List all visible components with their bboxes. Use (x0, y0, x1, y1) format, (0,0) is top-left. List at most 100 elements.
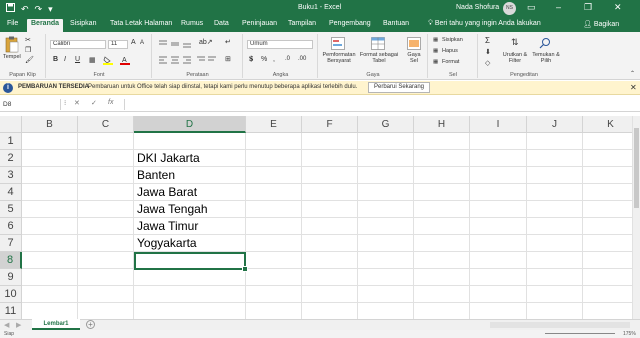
row-header-2[interactable]: 2 (0, 150, 22, 167)
row-header-11[interactable]: 11 (0, 303, 22, 319)
column-header-e[interactable]: E (246, 116, 302, 133)
add-sheet-button[interactable]: + (86, 320, 95, 329)
bold-button[interactable]: B (53, 56, 58, 63)
format-as-table-icon[interactable] (371, 37, 385, 50)
cut-icon[interactable]: ✂ (25, 36, 31, 44)
orientation-icon[interactable]: ab↗ (199, 38, 213, 46)
row-header-6[interactable]: 6 (0, 218, 22, 235)
avatar[interactable]: NS (503, 2, 516, 15)
insert-function-icon[interactable]: fx (108, 99, 113, 106)
insert-cells-button[interactable]: Sisipkan (442, 37, 463, 43)
ribbon-display-icon[interactable]: ▭ (527, 2, 536, 13)
paste-icon[interactable] (5, 36, 19, 53)
italic-button[interactable]: I (64, 56, 66, 63)
row-header-4[interactable]: 4 (0, 184, 22, 201)
tab-tampilan[interactable]: Tampilan (288, 20, 316, 27)
format-cells-icon[interactable]: ▦ (433, 59, 438, 65)
format-painter-icon[interactable]: 🖌︎ (25, 56, 34, 64)
cell-styles-icon[interactable] (407, 37, 421, 50)
row-header-9[interactable]: 9 (0, 269, 22, 286)
column-header-f[interactable]: F (302, 116, 358, 133)
tab-rumus[interactable]: Rumus (181, 20, 203, 27)
format-cells-button[interactable]: Format (442, 59, 459, 65)
redo-icon[interactable]: ↷ (35, 4, 43, 14)
formula-input[interactable] (124, 99, 630, 110)
column-header-b[interactable]: B (22, 116, 78, 133)
row-header-5[interactable]: 5 (0, 201, 22, 218)
next-sheet-icon[interactable]: ▶ (16, 321, 21, 329)
customize-qat-icon[interactable]: ▾ (48, 4, 53, 14)
zoom-level[interactable]: 175% (623, 331, 636, 337)
cancel-icon[interactable]: ✕ (74, 99, 80, 107)
borders-icon[interactable]: ▦ (89, 56, 96, 64)
row-header-3[interactable]: 3 (0, 167, 22, 184)
undo-icon[interactable]: ↶ (21, 4, 29, 14)
conditional-formatting-button[interactable]: Pemformatan Bersyarat (321, 52, 357, 64)
percent-icon[interactable]: % (261, 56, 267, 63)
autosum-icon[interactable]: Σ (485, 36, 490, 45)
horizontal-scrollbar[interactable] (490, 322, 630, 328)
copy-icon[interactable]: ❐ (25, 46, 31, 54)
horizontal-align-icons[interactable] (159, 56, 219, 64)
sort-filter-button[interactable]: Urutkan & Filter (501, 52, 529, 64)
vertical-scrollbar[interactable] (632, 116, 640, 319)
tab-sisipkan[interactable]: Sisipkan (70, 20, 96, 27)
update-now-button[interactable]: Perbarui Sekarang (368, 82, 430, 93)
cell-d5[interactable]: Jawa Tengah (137, 201, 208, 218)
row-header-1[interactable]: 1 (0, 133, 22, 150)
tab-pengembang[interactable]: Pengembang (329, 20, 371, 27)
collapse-ribbon-icon[interactable]: ⌃ (630, 70, 635, 77)
decrease-font-icon[interactable]: A (140, 40, 144, 46)
minimize-icon[interactable]: – (556, 2, 561, 12)
tab-beranda[interactable]: Beranda (27, 19, 64, 32)
sort-filter-icon[interactable]: ⇅ (511, 37, 519, 48)
font-name-combo[interactable]: Calibri (50, 40, 106, 49)
conditional-formatting-icon[interactable] (331, 37, 345, 50)
active-cell-d8[interactable] (134, 252, 248, 272)
underline-button[interactable]: U (75, 56, 80, 63)
clear-icon[interactable]: ◇ (485, 59, 490, 67)
restore-icon[interactable]: ❐ (584, 2, 592, 13)
worksheet-grid[interactable]: B C D E F G H I J K 1 2 3 4 5 6 7 8 9 10… (0, 116, 632, 319)
close-icon[interactable]: ✕ (614, 2, 622, 13)
increase-font-icon[interactable]: A (131, 39, 136, 46)
font-size-combo[interactable]: 11 (108, 40, 128, 49)
merge-center-icon[interactable]: ⊞ (225, 55, 231, 63)
currency-icon[interactable]: 💲︎ (249, 56, 253, 64)
select-all-corner[interactable] (0, 116, 22, 133)
number-format-combo[interactable]: Umum (247, 40, 313, 49)
share-button[interactable]: 👤︎ Bagikan (583, 20, 619, 28)
cell-d7[interactable]: Yogyakarta (137, 235, 197, 252)
decrease-decimal-icon[interactable]: .00 (298, 56, 306, 62)
tab-peninjauan[interactable]: Peninjauan (242, 20, 277, 27)
cell-d4[interactable]: Jawa Barat (137, 184, 197, 201)
column-header-g[interactable]: G (358, 116, 414, 133)
paste-button[interactable]: Tempel (3, 54, 21, 60)
scrollbar-thumb[interactable] (634, 128, 639, 208)
tell-me-search[interactable]: 💡︎ Beri tahu yang ingin Anda lakukan (428, 20, 541, 28)
insert-cells-icon[interactable]: ▦ (433, 37, 438, 43)
row-header-8[interactable]: 8 (0, 252, 22, 269)
delete-cells-icon[interactable]: ▦ (433, 48, 438, 54)
column-header-h[interactable]: H (414, 116, 470, 133)
delete-cells-button[interactable]: Hapus (442, 48, 458, 54)
comma-style-icon[interactable]: , (273, 56, 275, 63)
find-select-icon[interactable] (539, 37, 551, 49)
font-color-icon[interactable]: A (120, 56, 130, 65)
namebox-dropdown-icon[interactable]: ⁝ (64, 99, 66, 107)
cell-styles-button[interactable]: Gaya Sel (403, 52, 425, 64)
find-select-button[interactable]: Temukan & Pilih (531, 52, 561, 64)
column-header-j[interactable]: J (527, 116, 583, 133)
prev-sheet-icon[interactable]: ◀ (4, 321, 9, 329)
wrap-text-icon[interactable]: ↵ (225, 38, 231, 46)
sheet-tab-lembar1[interactable]: Lembar1 (32, 319, 80, 330)
column-header-d[interactable]: D (134, 116, 246, 133)
fill-icon[interactable]: ⬇ (485, 48, 491, 56)
close-icon[interactable]: ✕ (630, 83, 637, 92)
increase-decimal-icon[interactable]: .0 (285, 56, 290, 62)
row-header-10[interactable]: 10 (0, 286, 22, 303)
column-header-i[interactable]: I (470, 116, 527, 133)
fill-color-icon[interactable] (103, 56, 113, 65)
enter-icon[interactable]: ✓ (91, 99, 97, 107)
cell-d3[interactable]: Banten (137, 167, 175, 184)
